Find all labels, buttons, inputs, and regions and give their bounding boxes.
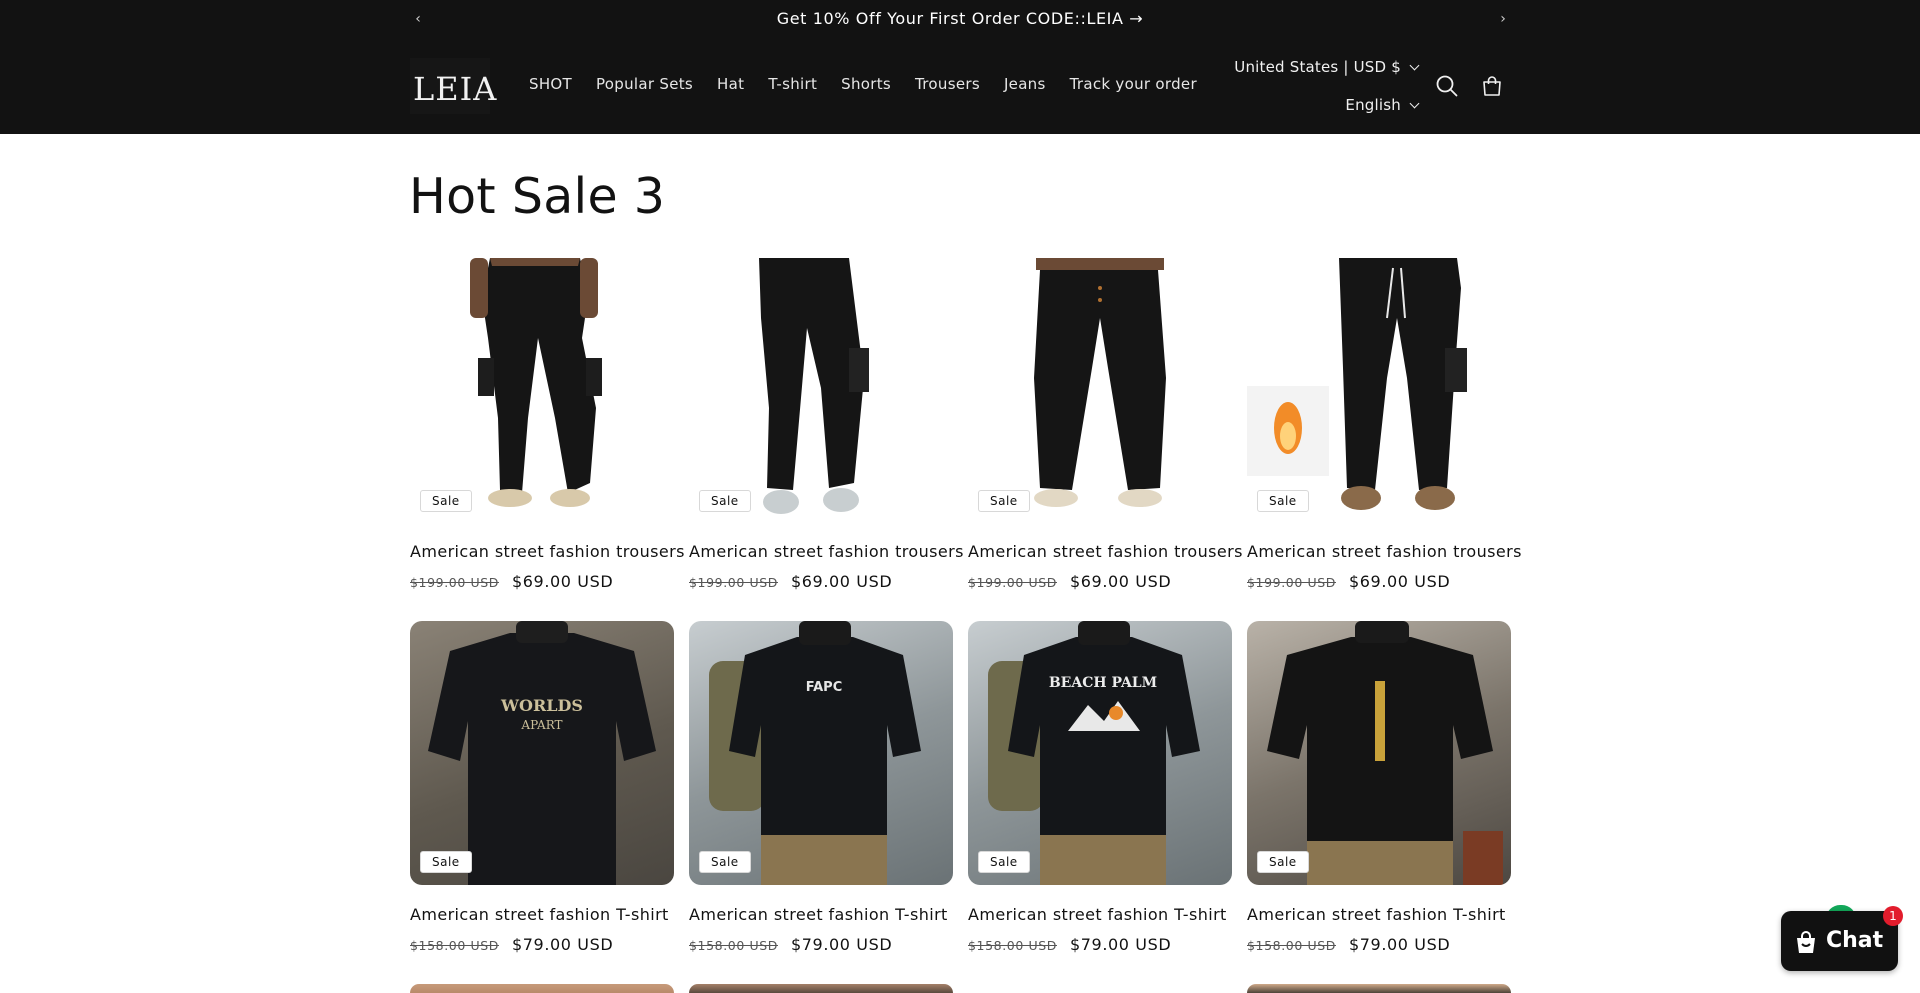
chevron-down-icon <box>1409 98 1420 109</box>
product-title[interactable]: American street fashion T-shirt <box>1247 905 1511 924</box>
announcement-bar: ‹ Get 10% Off Your First Order CODE::LEI… <box>0 0 1920 38</box>
regular-price: $158.00 USD <box>689 938 778 953</box>
nav-item-shorts[interactable]: Shorts <box>841 75 891 93</box>
product-image[interactable] <box>410 984 674 993</box>
product-title[interactable]: American street fashion trousers <box>410 542 684 561</box>
sale-badge: Sale <box>978 490 1030 512</box>
site-logo[interactable]: LEIA <box>410 58 496 114</box>
sale-price: $69.00 USD <box>1348 572 1451 591</box>
sale-badge: Sale <box>699 851 751 873</box>
product-card[interactable]: Sale American street fashion trousers $1… <box>410 258 684 591</box>
language-selector-label: English <box>1345 96 1401 114</box>
product-title[interactable]: American street fashion trousers <box>1247 542 1521 561</box>
sale-price: $69.00 USD <box>511 572 614 591</box>
language-selector[interactable]: English <box>1234 96 1420 118</box>
svg-text:APART: APART <box>520 718 562 732</box>
product-image[interactable]: Sale <box>968 258 1232 522</box>
chevron-down-icon <box>1409 60 1420 71</box>
regular-price: $199.00 USD <box>410 575 499 590</box>
product-title[interactable]: American street fashion T-shirt <box>410 905 674 924</box>
svg-text:BEACH PALM: BEACH PALM <box>1049 675 1157 691</box>
product-title[interactable]: American street fashion T-shirt <box>968 905 1232 924</box>
sale-price: $79.00 USD <box>790 935 893 954</box>
sale-price: $79.00 USD <box>511 935 614 954</box>
regular-price: $158.00 USD <box>1247 938 1336 953</box>
product-card[interactable]: Sale American street fashion trousers $1… <box>689 258 963 591</box>
sale-badge: Sale <box>420 851 472 873</box>
sale-price: $79.00 USD <box>1069 935 1172 954</box>
regular-price: $199.00 USD <box>968 575 1057 590</box>
product-card[interactable]: WORLDS APART Sale American street fashio… <box>410 621 674 954</box>
nav-item-jeans[interactable]: Jeans <box>1004 75 1046 93</box>
sale-badge: Sale <box>420 490 472 512</box>
announcement-text[interactable]: Get 10% Off Your First Order CODE::LEIA … <box>0 9 1920 28</box>
product-price: $158.00 USD $79.00 USD <box>1247 935 1511 954</box>
product-image[interactable]: Sale <box>689 258 953 522</box>
product-price: $158.00 USD $79.00 USD <box>689 935 953 954</box>
product-price: $158.00 USD $79.00 USD <box>968 935 1232 954</box>
product-image[interactable] <box>689 984 953 993</box>
product-image[interactable]: Sale <box>1247 621 1511 885</box>
regular-price: $158.00 USD <box>410 938 499 953</box>
page-title: Hot Sale 3 <box>409 168 666 225</box>
product-price: $199.00 USD $69.00 USD <box>689 572 953 591</box>
sale-badge: Sale <box>1257 851 1309 873</box>
product-title[interactable]: American street fashion trousers <box>968 542 1242 561</box>
sale-badge: Sale <box>1257 490 1309 512</box>
svg-text:WORLDS: WORLDS <box>500 696 583 715</box>
product-title[interactable]: American street fashion trousers <box>689 542 963 561</box>
chat-label: Chat <box>1826 928 1884 953</box>
product-price: $199.00 USD $69.00 USD <box>1247 572 1511 591</box>
nav-item-trousers[interactable]: Trousers <box>915 75 980 93</box>
sale-price: $79.00 USD <box>1348 935 1451 954</box>
unread-count-badge: 1 <box>1883 906 1903 926</box>
chevron-right-icon[interactable]: › <box>1493 9 1513 29</box>
svg-text:FAPC: FAPC <box>806 680 843 695</box>
regular-price: $199.00 USD <box>1247 575 1336 590</box>
product-price: $199.00 USD $69.00 USD <box>968 572 1232 591</box>
product-card[interactable]: Sale American street fashion trousers $1… <box>968 258 1242 591</box>
logo-text: LEIA <box>413 70 498 108</box>
sale-badge: Sale <box>978 851 1030 873</box>
product-card[interactable]: Sale American street fashion T-shirt $15… <box>1247 621 1511 954</box>
search-icon[interactable] <box>1434 73 1460 99</box>
nav-item-popular-sets[interactable]: Popular Sets <box>596 75 693 93</box>
nav-item-track-order[interactable]: Track your order <box>1070 75 1197 93</box>
country-selector[interactable]: United States | USD $ <box>1234 58 1420 80</box>
sale-price: $69.00 USD <box>790 572 893 591</box>
product-image[interactable]: Sale <box>410 258 674 522</box>
nav-item-shot[interactable]: SHOT <box>529 75 572 93</box>
sale-badge: Sale <box>699 490 751 512</box>
regular-price: $158.00 USD <box>968 938 1057 953</box>
sale-price: $69.00 USD <box>1069 572 1172 591</box>
main-nav: SHOT Popular Sets Hat T-shirt Shorts Tro… <box>529 75 1221 93</box>
product-image[interactable] <box>1247 984 1511 993</box>
product-image[interactable]: FAPC Sale <box>689 621 953 885</box>
locale-selectors: United States | USD $ English <box>1234 58 1420 118</box>
nav-item-hat[interactable]: Hat <box>717 75 744 93</box>
country-selector-label: United States | USD $ <box>1234 58 1401 76</box>
product-card[interactable]: Sale American street fashion trousers $1… <box>1247 258 1521 591</box>
cart-icon[interactable] <box>1479 73 1505 99</box>
product-price: $199.00 USD $69.00 USD <box>410 572 674 591</box>
product-card[interactable]: BEACH PALM Sale American street fashion … <box>968 621 1232 954</box>
product-card[interactable]: FAPC Sale American street fashion T-shir… <box>689 621 953 954</box>
product-image[interactable]: WORLDS APART Sale <box>410 621 674 885</box>
nav-item-t-shirt[interactable]: T-shirt <box>768 75 817 93</box>
product-price: $158.00 USD $79.00 USD <box>410 935 674 954</box>
product-image[interactable]: Sale <box>1247 258 1511 522</box>
chat-button[interactable]: Chat <box>1781 911 1898 971</box>
product-title[interactable]: American street fashion T-shirt <box>689 905 953 924</box>
product-image[interactable]: BEACH PALM Sale <box>968 621 1232 885</box>
regular-price: $199.00 USD <box>689 575 778 590</box>
shopping-bag-icon <box>1797 931 1815 953</box>
site-header: LEIA SHOT Popular Sets Hat T-shirt Short… <box>0 38 1920 134</box>
